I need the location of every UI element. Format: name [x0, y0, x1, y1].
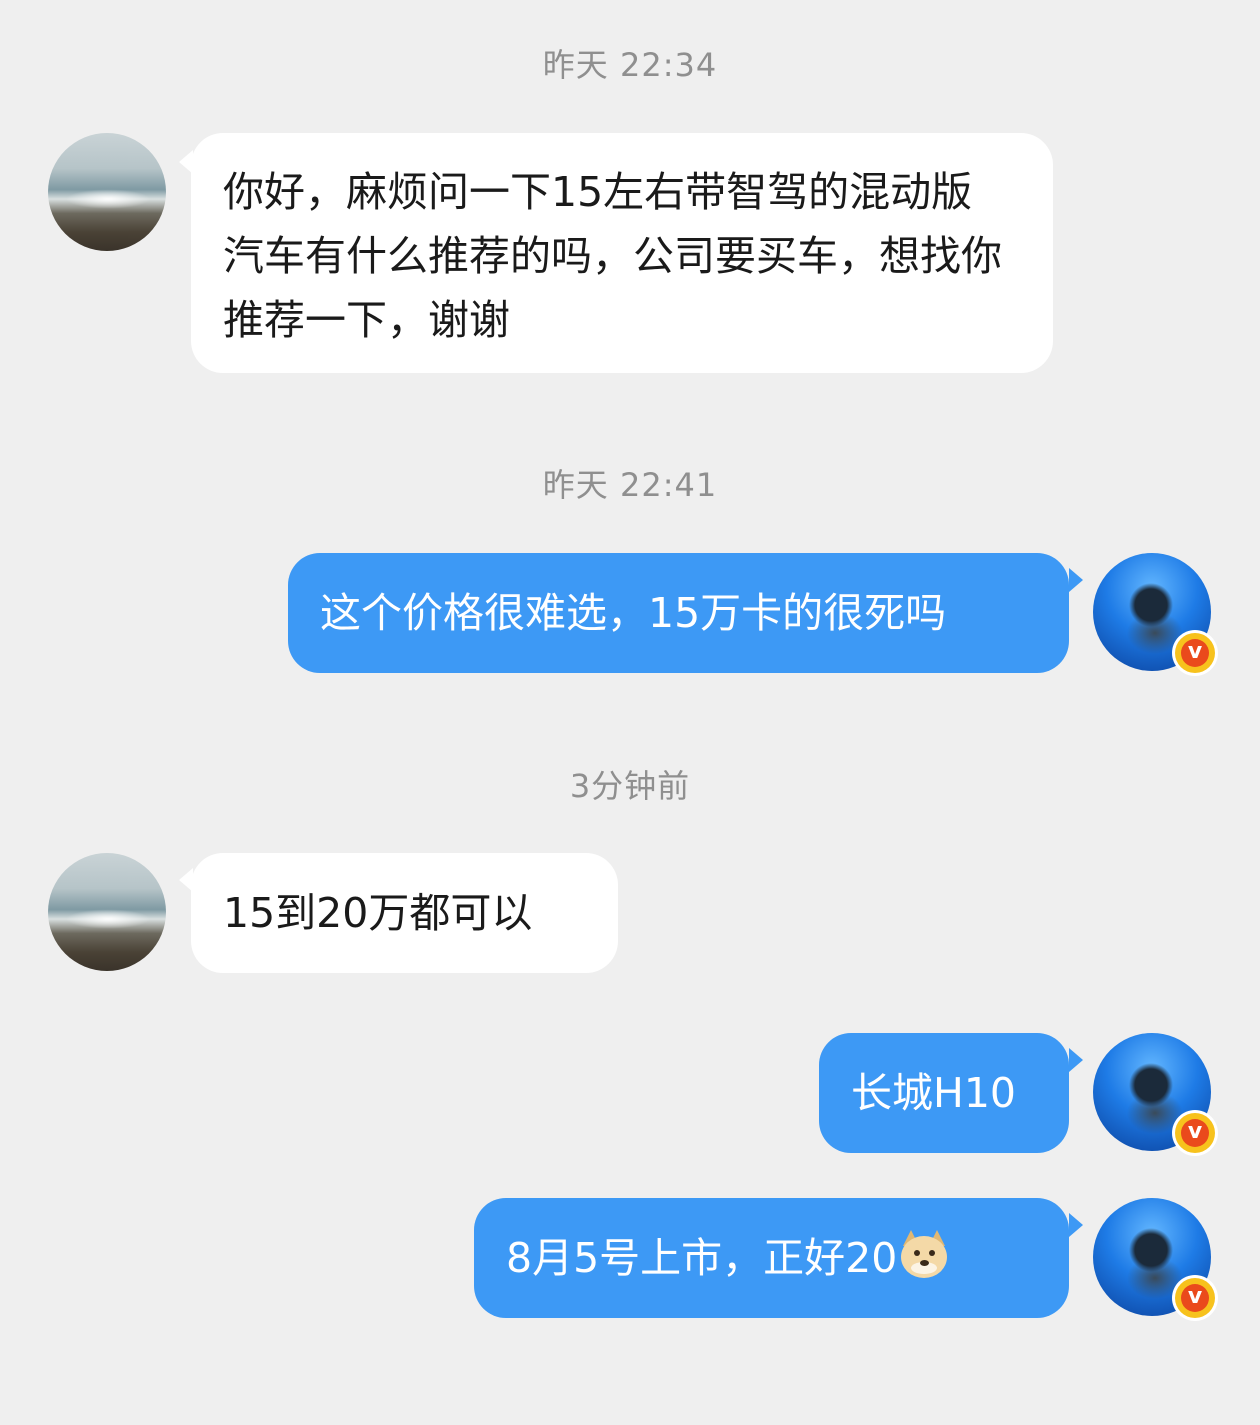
timestamp: 昨天 22:34: [542, 46, 718, 84]
message-bubble-outgoing[interactable]: 这个价格很难选，15万卡的很死吗: [288, 553, 1069, 673]
timestamp: 昨天 22:41: [542, 466, 718, 504]
timestamp: 3分钟前: [569, 767, 691, 805]
user-avatar[interactable]: v: [1093, 1033, 1215, 1153]
bubble-tail: [1069, 1213, 1083, 1237]
verified-badge-icon: v: [1175, 1113, 1215, 1153]
bubble-tail: [1069, 1048, 1083, 1072]
user-avatar[interactable]: v: [1093, 553, 1215, 673]
message-bubble-incoming[interactable]: 15到20万都可以: [191, 853, 618, 973]
avatar-image: [48, 133, 166, 251]
message-text: 长城H10: [851, 1069, 1017, 1117]
doge-emoji-icon: [899, 1230, 949, 1280]
contact-avatar[interactable]: [48, 853, 166, 971]
contact-avatar[interactable]: [48, 133, 166, 251]
avatar-image: [48, 853, 166, 971]
verified-badge-icon: v: [1175, 1278, 1215, 1318]
message-text: 你好，麻烦问一下15左右带智驾的混动版汽车有什么推荐的吗，公司要买车，想找你推荐…: [223, 168, 1002, 344]
message-content: 8月5号上市，正好20: [506, 1226, 1069, 1290]
bubble-tail: [1069, 568, 1083, 592]
message-bubble-outgoing[interactable]: 8月5号上市，正好20: [474, 1198, 1069, 1318]
verified-badge-icon: v: [1175, 633, 1215, 673]
message-bubble-incoming[interactable]: 你好，麻烦问一下15左右带智驾的混动版汽车有什么推荐的吗，公司要买车，想找你推荐…: [191, 133, 1053, 373]
message-text: 15到20万都可以: [223, 889, 533, 937]
message-bubble-outgoing[interactable]: 长城H10: [819, 1033, 1069, 1153]
user-avatar[interactable]: v: [1093, 1198, 1215, 1318]
message-text: 8月5号上市，正好20: [506, 1234, 898, 1282]
message-text: 这个价格很难选，15万卡的很死吗: [320, 589, 947, 637]
